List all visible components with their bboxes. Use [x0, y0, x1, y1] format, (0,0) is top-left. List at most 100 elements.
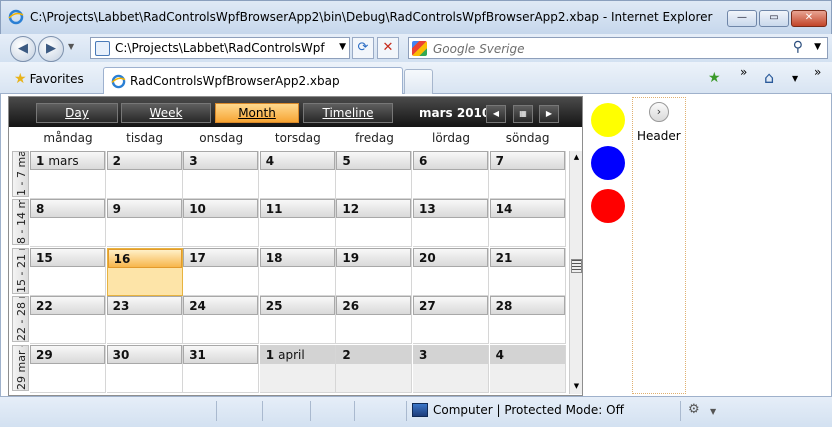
day-cell[interactable]: 4 [489, 344, 566, 393]
day-cell[interactable]: 8 [30, 199, 106, 248]
day-cell[interactable]: 1 mars [30, 151, 106, 199]
add-favorite-icon[interactable]: ★ [708, 70, 721, 86]
day-cell[interactable]: 3 [413, 344, 489, 393]
more-tools-icon[interactable]: » [814, 65, 821, 79]
day-cell[interactable]: 27 [413, 296, 489, 345]
blue-circle[interactable] [591, 146, 625, 180]
day-cell[interactable]: 21 [489, 247, 566, 296]
close-button[interactable]: ✕ [791, 10, 827, 27]
day-header[interactable]: 7 [489, 151, 565, 170]
expander-toggle-button[interactable]: › [649, 102, 669, 122]
day-header[interactable]: 10 [183, 199, 259, 219]
day-header[interactable]: 22 [30, 296, 105, 316]
day-header[interactable]: 15 [30, 247, 105, 267]
history-dropdown-icon[interactable]: ▼ [68, 42, 74, 51]
forward-button[interactable]: ▶ [38, 36, 64, 62]
zoom-icon[interactable]: ⚙ [688, 402, 700, 417]
day-cell[interactable]: 26 [336, 296, 413, 345]
day-cell[interactable]: 14 [489, 199, 566, 248]
favorites-button[interactable]: ★ Favorites [8, 68, 90, 90]
day-cell[interactable]: 3 [183, 151, 260, 199]
day-cell[interactable]: 19 [336, 247, 413, 296]
day-header[interactable]: 17 [183, 247, 259, 267]
address-bar[interactable]: C:\Projects\Labbet\RadControlsWpfBrowser… [90, 37, 350, 59]
search-input[interactable]: Google Sverige [433, 42, 525, 56]
home-icon[interactable]: ⌂ [764, 68, 774, 87]
day-cell[interactable]: 25 [259, 296, 336, 345]
day-header[interactable]: 30 [106, 344, 182, 364]
day-cell[interactable]: 5 [336, 151, 413, 199]
day-cell[interactable]: 31 [183, 344, 260, 393]
day-header[interactable]: 24 [183, 296, 259, 316]
day-header[interactable]: 2 [336, 344, 412, 364]
day-header[interactable]: 1 april [259, 344, 335, 364]
more-icon[interactable]: » [740, 65, 747, 79]
search-dropdown-icon[interactable]: ▼ [814, 42, 821, 52]
day-header[interactable]: 11 [259, 199, 335, 219]
day-cell[interactable]: 24 [183, 296, 260, 345]
scroll-up-icon[interactable]: ▲ [571, 152, 582, 162]
day-header[interactable]: 5 [336, 151, 412, 170]
today-button[interactable]: ▦ [513, 105, 533, 123]
day-header[interactable]: 16 [107, 248, 182, 268]
day-header[interactable]: 25 [259, 296, 335, 316]
security-zone-text[interactable]: Computer | Protected Mode: Off [433, 403, 624, 417]
day-cell[interactable]: 23 [106, 296, 183, 345]
address-dropdown-icon[interactable]: ▼ [339, 42, 346, 52]
day-cell[interactable]: 12 [336, 199, 413, 248]
week-label[interactable]: 8 - 14 mar [12, 199, 29, 246]
prev-month-button[interactable]: ◀ [486, 105, 506, 123]
next-month-button[interactable]: ▶ [539, 105, 559, 123]
red-circle[interactable] [591, 189, 625, 223]
refresh-icon[interactable]: ⟳ [352, 37, 374, 59]
day-cell[interactable]: 4 [259, 151, 336, 199]
new-tab-button[interactable] [404, 69, 433, 94]
day-cell[interactable]: 10 [183, 199, 260, 248]
scroll-down-icon[interactable]: ▼ [571, 381, 582, 391]
day-header[interactable]: 2 [106, 151, 182, 170]
search-box[interactable]: Google Sverige ⚲ ▼ [408, 37, 828, 59]
day-header[interactable]: 21 [489, 247, 565, 267]
scroll-thumb[interactable] [571, 259, 582, 273]
day-header[interactable]: 14 [489, 199, 565, 219]
day-header[interactable]: 28 [489, 296, 565, 316]
day-header[interactable]: 23 [106, 296, 182, 316]
day-cell[interactable]: 9 [106, 199, 183, 248]
day-header[interactable]: 8 [30, 199, 105, 219]
day-header[interactable]: 6 [413, 151, 488, 170]
day-cell[interactable]: 2 [106, 151, 183, 199]
address-input[interactable]: C:\Projects\Labbet\RadControlsWpfBrowser [115, 41, 325, 55]
day-cell[interactable]: 15 [30, 247, 106, 296]
day-header[interactable]: 4 [259, 151, 335, 170]
day-cell[interactable]: 20 [413, 247, 489, 296]
maximize-button[interactable]: ▭ [759, 10, 789, 27]
view-week-button[interactable]: Week [121, 103, 211, 123]
back-button[interactable]: ◀ [10, 36, 36, 62]
day-cell[interactable]: 17 [183, 247, 260, 296]
day-header[interactable]: 3 [413, 344, 488, 364]
day-header[interactable]: 31 [183, 344, 259, 364]
day-cell[interactable]: 18 [259, 247, 336, 296]
day-header[interactable]: 3 [183, 151, 259, 170]
day-header[interactable]: 18 [259, 247, 335, 267]
search-icon[interactable]: ⚲ [793, 39, 803, 55]
day-cell[interactable]: 11 [259, 199, 336, 248]
day-cell[interactable]: 6 [413, 151, 489, 199]
week-label[interactable]: 22 - 28 mar [12, 296, 29, 343]
view-timeline-button[interactable]: Timeline [303, 103, 393, 123]
vertical-scrollbar[interactable]: ▲ ▼ [569, 151, 582, 394]
day-header[interactable]: 26 [336, 296, 412, 316]
day-cell-today[interactable]: 16 [106, 247, 183, 296]
tab-active[interactable]: RadControlsWpfBrowserApp2.xbap [103, 67, 403, 94]
day-cell[interactable]: 30 [106, 344, 183, 393]
home-dropdown-icon[interactable]: ▼ [792, 74, 798, 83]
week-label[interactable]: 1 - 7 mar [12, 151, 29, 197]
day-cell[interactable]: 28 [489, 296, 566, 345]
day-header[interactable]: 27 [413, 296, 488, 316]
day-header[interactable]: 19 [336, 247, 412, 267]
zoom-dropdown-icon[interactable]: ▼ [710, 407, 716, 416]
view-day-button[interactable]: Day [36, 103, 118, 123]
day-header[interactable]: 20 [413, 247, 488, 267]
day-cell[interactable]: 7 [489, 151, 566, 199]
day-cell[interactable]: 2 [336, 344, 413, 393]
